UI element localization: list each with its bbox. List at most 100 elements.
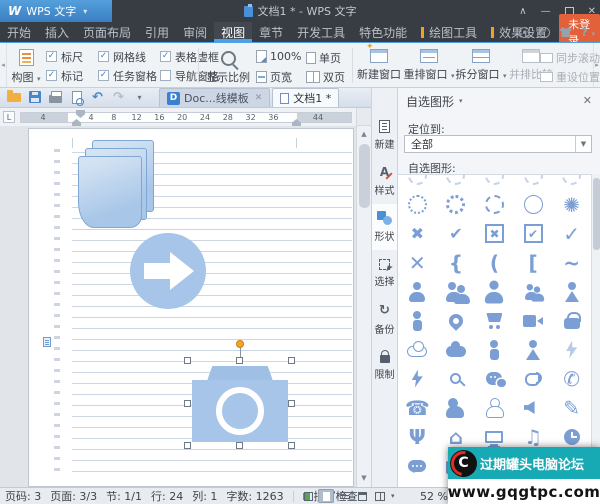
shape-cloud-outline[interactable] — [398, 335, 437, 364]
scroll-down-icon[interactable]: ▼ — [357, 471, 371, 485]
shape-person[interactable] — [398, 277, 437, 306]
selection-handle-mid-right[interactable] — [288, 400, 295, 407]
shape-dashed-circle[interactable] — [475, 190, 514, 219]
selection-handle-bottom-center[interactable] — [236, 442, 243, 449]
shape-cross-box[interactable]: ✖ — [475, 219, 514, 248]
chevron-down-icon[interactable]: ▾ — [459, 97, 463, 105]
shape-clock[interactable] — [552, 422, 591, 451]
checkbox-标尺[interactable]: ✓标尺 — [46, 49, 98, 65]
shape-photo-camera[interactable] — [437, 451, 476, 480]
shape-check-mark[interactable]: ✔ — [437, 219, 476, 248]
shape-person-large[interactable] — [475, 277, 514, 306]
shape-chat-bubble[interactable] — [398, 451, 437, 480]
shape-cloud[interactable] — [437, 335, 476, 364]
shape-lightning-outline[interactable] — [552, 335, 591, 364]
pane-button-样式[interactable]: 样式 — [372, 158, 397, 204]
shape-light-check[interactable]: ✓ — [552, 219, 591, 248]
vertical-scrollbar[interactable]: ▲ ▼ — [356, 108, 371, 487]
redo-button[interactable]: ↷ — [111, 89, 126, 105]
shape-music-note[interactable]: ♫ — [514, 422, 553, 451]
stacked-documents-shape-front[interactable] — [78, 156, 142, 228]
skin-theme-icon[interactable] — [559, 27, 572, 37]
shape-location-pin[interactable] — [437, 306, 476, 335]
scroll-up-icon[interactable]: ▲ — [357, 127, 371, 141]
selection-handle-top-center[interactable] — [236, 357, 243, 364]
pane-button-选择[interactable]: 选择 — [372, 250, 397, 296]
shape-dotted-circle[interactable] — [398, 190, 437, 219]
shape-cross-mark[interactable]: ✖ — [398, 219, 437, 248]
checkbox-标记[interactable]: ✓标记 — [46, 68, 98, 84]
shape-ornament-circle-3[interactable] — [475, 174, 514, 190]
shape-antenna[interactable]: Ψ — [398, 422, 437, 451]
document-tab-文档1 *[interactable]: 文档1 * — [272, 88, 339, 107]
shape-shopping-cart[interactable] — [475, 306, 514, 335]
shape-people-small[interactable] — [514, 277, 553, 306]
zoom-level[interactable]: 52 % — [420, 490, 448, 503]
shape-gear[interactable]: ✺ — [552, 190, 591, 219]
shape-monitor[interactable] — [475, 422, 514, 451]
menu-tab-审阅[interactable]: 审阅 — [176, 22, 214, 42]
selection-handle-top-left[interactable] — [184, 357, 191, 364]
zoom-ratio-button[interactable]: 显示比例 — [204, 45, 252, 87]
minimize-button[interactable]: — — [541, 6, 551, 17]
menu-tab-章节[interactable]: 章节 — [252, 22, 290, 42]
book-view-button[interactable] — [372, 489, 388, 503]
menu-tab-开发工具[interactable]: 开发工具 — [290, 22, 352, 42]
arrow-circle-shape[interactable] — [130, 233, 206, 309]
shape-ornament-circle-5[interactable] — [552, 174, 591, 190]
wps-menu-button[interactable]: W WPS 文字 ▾ — [0, 0, 112, 22]
menu-tab-绘图工具[interactable]: 绘图工具 — [414, 22, 484, 42]
rotation-handle[interactable] — [236, 340, 244, 348]
shape-check-box[interactable]: ✔ — [514, 219, 553, 248]
shape-bracket[interactable]: [ — [514, 248, 553, 277]
shape-wechat[interactable] — [475, 364, 514, 393]
pane-button-新建[interactable]: 新建 — [372, 112, 397, 158]
web-view-button[interactable] — [354, 489, 370, 503]
collapse-ribbon-button[interactable]: ∧ — [519, 6, 526, 17]
save-button[interactable] — [27, 89, 42, 105]
menu-tab-引用[interactable]: 引用 — [138, 22, 176, 42]
open-button[interactable] — [6, 89, 21, 105]
new-window-button[interactable]: 新建窗口 — [356, 45, 402, 87]
fullscreen-view-button[interactable] — [300, 489, 316, 503]
undo-button[interactable]: ↶ — [90, 89, 105, 105]
shape-people-outline[interactable] — [437, 393, 476, 422]
selection-handle-mid-left[interactable] — [184, 400, 191, 407]
zoom-100-button[interactable]: 100% — [256, 50, 301, 63]
selection-handle-top-right[interactable] — [288, 357, 295, 364]
shape-video-camera[interactable] — [514, 306, 553, 335]
shape-handbag[interactable] — [552, 306, 591, 335]
single-page-button[interactable]: 单页 — [306, 50, 341, 66]
selection-handle-bottom-left[interactable] — [184, 442, 191, 449]
print-preview-button[interactable] — [69, 89, 84, 105]
shape-search-person[interactable] — [437, 364, 476, 393]
menu-tab-视图[interactable]: 视图 — [214, 22, 252, 42]
outline-view-button[interactable] — [336, 489, 352, 503]
split-window-button[interactable]: 拆分窗口 ▾ — [456, 45, 506, 87]
update-icon[interactable] — [539, 27, 550, 38]
pane-button-形状[interactable]: 形状 — [372, 204, 397, 250]
shape-brace[interactable]: { — [437, 248, 476, 277]
shape-weibo[interactable] — [514, 364, 553, 393]
shape-phone[interactable]: ☎ — [398, 393, 437, 422]
shape-person-outline[interactable] — [475, 393, 514, 422]
page-view-button[interactable] — [318, 489, 334, 503]
view-dropdown-icon[interactable]: ▾ — [391, 492, 395, 500]
camera-shape-top[interactable] — [207, 366, 273, 381]
pane-button-备份[interactable]: 备份 — [372, 296, 397, 342]
two-pages-button[interactable]: 双页 — [306, 69, 345, 85]
document-area[interactable] — [0, 126, 356, 487]
help-icon[interactable]: ? ▾ — [581, 26, 595, 39]
shape-wave-line[interactable]: ~ — [552, 248, 591, 277]
shape-lightning[interactable] — [398, 364, 437, 393]
document-map-button[interactable]: 构图 ▾ — [6, 45, 46, 87]
shape-dancer[interactable] — [552, 277, 591, 306]
shape-sunburst-circle[interactable] — [437, 190, 476, 219]
menu-tab-页面布局[interactable]: 页面布局 — [76, 22, 138, 42]
shape-phone-circle[interactable]: ✆ — [552, 364, 591, 393]
panel-scrollbar[interactable] — [591, 174, 600, 487]
shape-paren[interactable]: ( — [475, 248, 514, 277]
selection-handle-bottom-right[interactable] — [288, 442, 295, 449]
arrange-windows-button[interactable]: 重排窗口 ▾ — [404, 45, 454, 87]
shape-thin-cross[interactable]: ✕ — [398, 248, 437, 277]
